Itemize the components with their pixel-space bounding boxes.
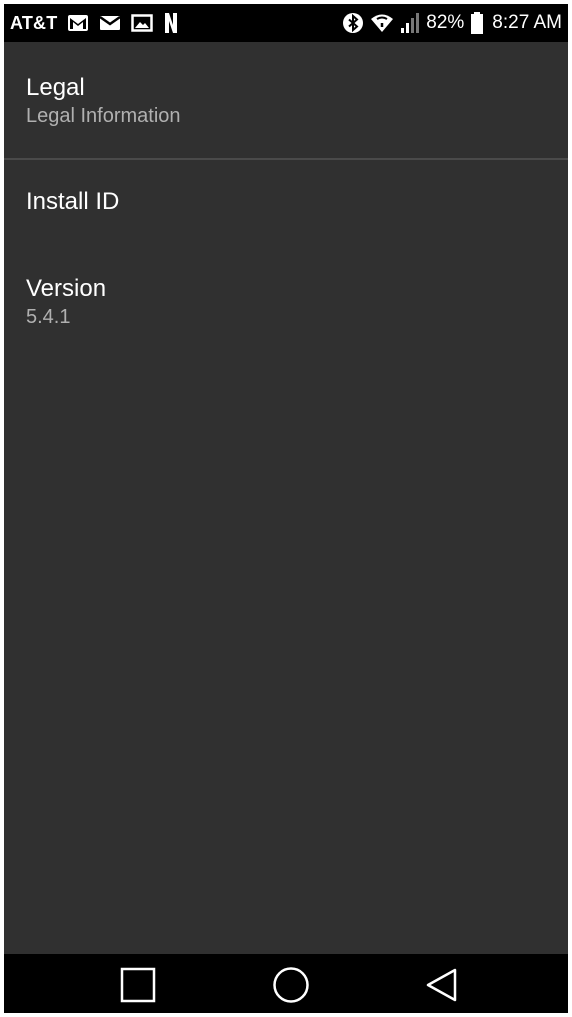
netflix-icon: [163, 12, 179, 34]
bluetooth-icon: [342, 12, 364, 34]
clock: 8:27 AM: [492, 12, 562, 33]
version-title: Version: [26, 275, 107, 302]
battery-percent: 82%: [426, 12, 465, 33]
version-summary: 5.4.1: [26, 306, 71, 328]
status-bar: AT&T 82% 8:27 AM: [4, 4, 568, 42]
wifi-icon: [370, 12, 394, 34]
email-icon: [99, 12, 122, 34]
status-right: 82% 8:27 AM: [342, 12, 562, 34]
signal-icon: [400, 12, 420, 34]
install-id-title: Install ID: [26, 188, 120, 215]
install-id-item[interactable]: Install ID: [4, 188, 568, 216]
divider: [4, 158, 568, 160]
version-item[interactable]: Version 5.4.1: [4, 275, 568, 329]
home-button[interactable]: [261, 962, 321, 1008]
legal-item[interactable]: Legal Legal Information: [4, 74, 568, 128]
home-icon: [273, 967, 309, 1003]
recent-apps-button[interactable]: [108, 962, 168, 1008]
navigation-bar: [4, 954, 568, 1013]
battery-icon: [470, 12, 484, 34]
back-button[interactable]: [412, 962, 472, 1008]
screen: AT&T 82% 8:27 AM Legal Legal Information…: [4, 4, 568, 1013]
recent-apps-icon: [120, 967, 156, 1003]
gallery-icon: [131, 12, 154, 34]
legal-summary: Legal Information: [26, 105, 181, 127]
legal-title: Legal: [26, 74, 85, 101]
carrier-label: AT&T: [10, 12, 58, 33]
status-left: AT&T: [10, 12, 179, 34]
back-icon: [426, 968, 457, 1002]
gmail-icon: [67, 12, 89, 34]
